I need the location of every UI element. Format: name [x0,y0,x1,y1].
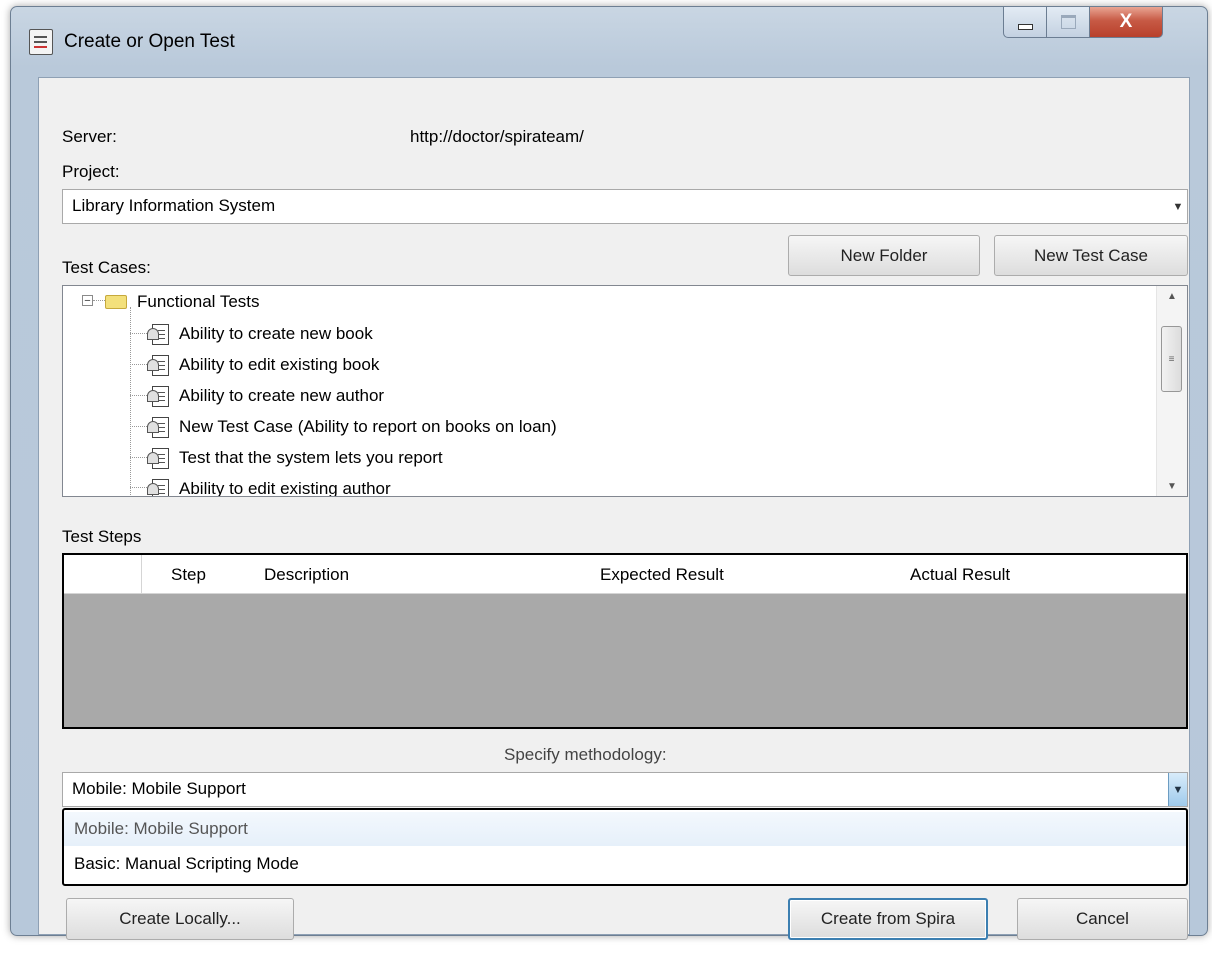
test-case-icon [147,323,169,345]
server-label: Server: [62,127,117,146]
tree-guide-line [130,487,147,488]
methodology-label: Specify methodology: [504,745,667,764]
methodology-option[interactable]: Mobile: Mobile Support [64,812,1186,846]
column-header-actual-result[interactable]: Actual Result [910,565,1010,585]
title-bar[interactable]: Create or Open Test X [11,7,1207,77]
test-case-icon [147,478,169,496]
methodology-selected-value: Mobile: Mobile Support [72,779,246,798]
tree-item-label: Ability to create new author [179,386,385,405]
scroll-thumb[interactable]: ≡ [1161,326,1182,392]
tree-folder-functional-tests[interactable]: Functional Tests [105,287,260,317]
maximize-icon [1060,15,1076,29]
collapse-icon[interactable]: − [82,295,93,307]
tree-item[interactable]: Ability to edit existing author [147,474,391,497]
new-test-case-button[interactable]: New Test Case [994,235,1188,276]
create-locally-button[interactable]: Create Locally... [66,898,294,940]
tree-guide-line [130,333,147,334]
project-dropdown[interactable]: Library Information System ▼ [62,189,1188,224]
test-case-icon [147,385,169,407]
window-title: Create or Open Test [64,31,235,52]
folder-icon [105,295,127,309]
folder-label: Functional Tests [137,292,260,311]
tree-item-label: New Test Case (Ability to report on book… [179,417,557,436]
create-or-open-test-window: Create or Open Test X Server: http://doc… [10,6,1208,940]
cancel-button[interactable]: Cancel [1017,898,1188,940]
project-selected-value: Library Information System [72,196,276,215]
tree-guide-line [130,307,131,496]
maximize-button[interactable] [1046,7,1090,38]
tree-guide-line [130,364,147,365]
column-separator [141,555,142,593]
create-from-spira-button[interactable]: Create from Spira [788,898,988,940]
tree-item-label: Test that the system lets you report [179,448,443,467]
test-cases-label: Test Cases: [62,258,151,277]
tree-scrollbar[interactable]: ▲ ≡ ▼ [1156,286,1187,496]
dialog-client-area: Server: http://doctor/spirateam/ Project… [38,77,1190,940]
methodology-options-list[interactable]: Mobile: Mobile Support Basic: Manual Scr… [62,808,1188,886]
methodology-dropdown[interactable]: Mobile: Mobile Support ▼ [62,772,1188,807]
tree-item-label: Ability to edit existing book [179,355,380,374]
scroll-down-icon[interactable]: ▼ [1157,476,1187,496]
tree-item[interactable]: Ability to edit existing book [147,350,380,380]
test-cases-tree[interactable]: − Functional Tests Ability to create new… [62,285,1188,497]
test-case-icon [147,416,169,438]
tree-guide-line [130,426,147,427]
close-button[interactable]: X [1089,7,1163,38]
column-header-step[interactable]: Step [171,565,206,585]
tree-item-label: Ability to edit existing author [179,479,391,497]
grid-header: Step Description Expected Result Actual … [64,555,1186,594]
tree-guide-line [130,457,147,458]
server-url: http://doctor/spirateam/ [410,127,584,146]
tree-item[interactable]: Ability to create new author [147,381,385,411]
test-steps-label: Test Steps [62,527,142,546]
tree-item[interactable]: Ability to create new book [147,319,373,349]
column-header-expected-result[interactable]: Expected Result [600,565,724,585]
test-steps-grid[interactable]: Step Description Expected Result Actual … [62,553,1188,729]
column-header-description[interactable]: Description [264,565,349,585]
test-case-icon [147,354,169,376]
chevron-down-icon[interactable]: ▼ [1169,190,1187,223]
project-label: Project: [62,162,120,181]
minimize-button[interactable] [1003,7,1047,38]
scroll-up-icon[interactable]: ▲ [1157,286,1187,306]
tree-item[interactable]: Test that the system lets you report [147,443,443,473]
tree-item[interactable]: New Test Case (Ability to report on book… [147,412,557,442]
test-case-icon [147,447,169,469]
chevron-down-icon[interactable]: ▼ [1168,773,1187,806]
new-folder-button[interactable]: New Folder [788,235,980,276]
app-icon [29,29,53,55]
close-icon: X [1119,11,1133,32]
methodology-option[interactable]: Basic: Manual Scripting Mode [74,854,299,874]
tree-guide-line [130,395,147,396]
tree-guide-line [93,300,105,301]
tree-item-label: Ability to create new book [179,324,373,343]
